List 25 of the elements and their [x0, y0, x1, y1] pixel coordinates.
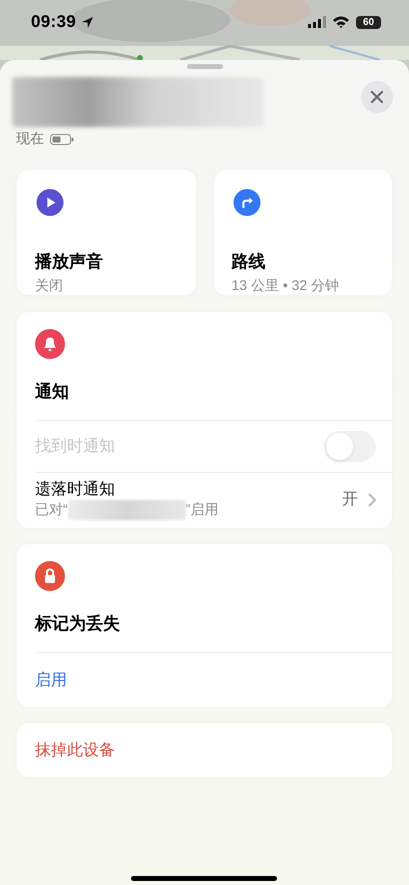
setting-value: 开 [342, 490, 358, 510]
location-arrow-icon [80, 16, 94, 28]
clock: 09:39 [31, 12, 76, 32]
updated-time: 现在 [16, 130, 44, 148]
erase-device-button[interactable]: 抹掉此设备 [17, 723, 392, 777]
enable-link[interactable]: 启用 [35, 670, 67, 690]
lock-icon [35, 561, 65, 591]
setting-detail: ”启用 [186, 501, 218, 519]
drag-handle[interactable] [186, 64, 222, 69]
section-title: 通知 [35, 381, 70, 403]
setting-label: 找到时通知 [35, 436, 115, 457]
setting-label: 遗落时通知 [35, 480, 116, 500]
battery-icon: 60 [356, 16, 381, 28]
section-title: 标记为丢失 [35, 613, 121, 635]
chevron-icon[interactable] [368, 492, 376, 506]
setting-detail: 已对“ [35, 501, 68, 519]
wifi-icon [333, 16, 349, 28]
bell-icon [35, 329, 65, 359]
action-card[interactable]: 播放声音 关闭 [17, 170, 196, 295]
action-card[interactable]: 路线 13 公里 • 32 分钟 [214, 170, 392, 295]
close-button[interactable] [361, 81, 393, 113]
battery-icon [50, 134, 74, 144]
close-icon [370, 90, 384, 104]
play-icon [35, 189, 65, 216]
signal-icon [308, 16, 326, 28]
